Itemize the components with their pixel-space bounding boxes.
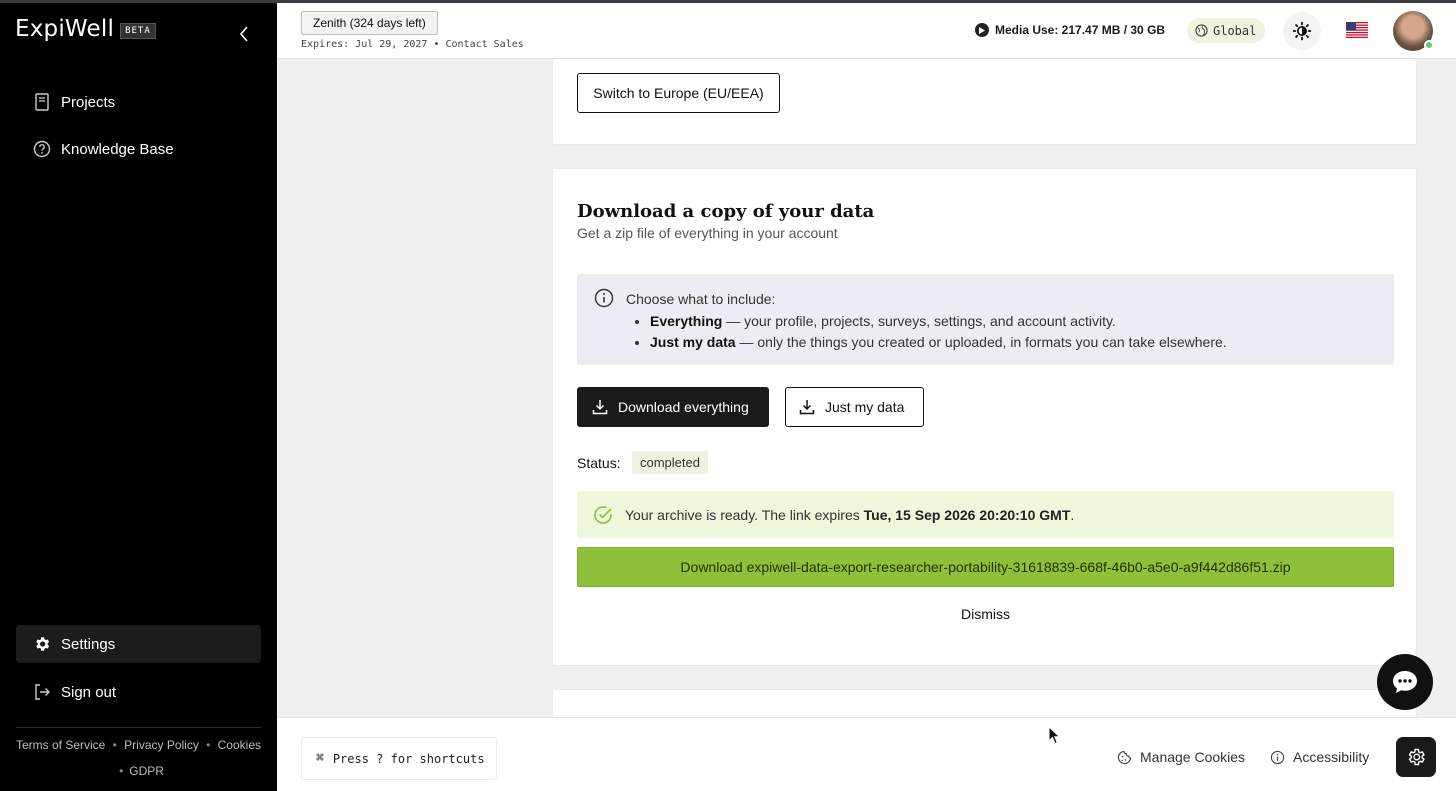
sidebar-item-knowledge-base[interactable]: Knowledge Base xyxy=(16,130,261,168)
ready-message: Your archive is ready. The link expires … xyxy=(625,506,1075,523)
card-title: Download a copy of your data xyxy=(577,201,875,222)
just-my-data-button[interactable]: Just my data xyxy=(785,387,924,427)
top-header: Zenith (324 days left) Expires: Jul 29, … xyxy=(277,3,1456,59)
sidebar-item-label: Settings xyxy=(61,635,116,653)
logo-text: ExpiWell xyxy=(15,16,115,42)
gear-icon xyxy=(33,635,51,653)
sidebar-item-settings[interactable]: Settings xyxy=(16,625,261,663)
separator-dot: • xyxy=(119,764,124,778)
sidebar: ExpiWell BETA Projects Knowledge Base Se… xyxy=(0,0,277,791)
sign-out-button[interactable]: Sign out xyxy=(16,673,261,711)
media-use: Media Use: 217.47 MB / 30 GB xyxy=(975,23,1165,37)
cookies-link[interactable]: Cookies xyxy=(218,738,261,752)
shortcuts-text: Press ? for shortcuts xyxy=(332,751,485,766)
media-use-text: Media Use: 217.47 MB / 30 GB xyxy=(995,23,1166,37)
mouse-cursor-icon xyxy=(1048,725,1061,750)
download-everything-label: Download everything xyxy=(618,399,749,415)
sidebar-item-label: Knowledge Base xyxy=(61,140,174,158)
info-box: Choose what to include: Everything — you… xyxy=(577,274,1394,365)
theme-toggle-button[interactable] xyxy=(1283,12,1321,50)
info-icon xyxy=(1270,750,1285,765)
info-icon xyxy=(594,288,614,311)
plan-button[interactable]: Zenith (324 days left) xyxy=(301,11,438,35)
accessibility-label: Accessibility xyxy=(1293,749,1370,765)
play-icon xyxy=(975,23,989,37)
beta-badge: BETA xyxy=(120,22,156,39)
help-circle-icon xyxy=(33,140,51,158)
download-archive-button[interactable]: Download expiwell-data-export-researcher… xyxy=(577,547,1394,587)
info-list: Everything — your profile, projects, sur… xyxy=(650,311,1227,353)
accessibility-settings-button[interactable] xyxy=(1396,737,1436,777)
card-subtitle: Get a zip file of everything in your acc… xyxy=(577,225,838,241)
sign-out-icon xyxy=(33,683,51,701)
privacy-link[interactable]: Privacy Policy xyxy=(124,738,199,752)
manage-cookies-link[interactable]: Manage Cookies xyxy=(1117,749,1245,765)
status-label: Status: xyxy=(577,455,621,471)
switch-region-button[interactable]: Switch to Europe (EU/EEA) xyxy=(577,73,780,113)
sidebar-footer-links: Terms of Service • Privacy Policy • Cook… xyxy=(16,738,261,778)
window-top-border xyxy=(0,0,1456,3)
separator-dot: • xyxy=(112,738,117,752)
shortcuts-hint[interactable]: ⌘ Press ? for shortcuts xyxy=(301,737,497,780)
us-flag-icon[interactable] xyxy=(1346,22,1368,38)
download-everything-button[interactable]: Download everything xyxy=(577,387,769,427)
status-badge: completed xyxy=(632,451,708,474)
download-icon xyxy=(592,399,608,415)
page-footer: ⌘ Press ? for shortcuts Manage Cookies A… xyxy=(277,717,1456,791)
gdpr-link[interactable]: GDPR xyxy=(129,764,164,778)
separator-dot: • xyxy=(206,738,211,752)
projects-icon xyxy=(33,93,51,111)
dismiss-label[interactable]: Dismiss xyxy=(961,606,1010,622)
sign-out-label: Sign out xyxy=(61,683,117,701)
accessibility-link[interactable]: Accessibility xyxy=(1270,749,1369,765)
collapse-sidebar-icon[interactable] xyxy=(234,24,254,44)
gear-icon xyxy=(1408,748,1425,766)
dismiss-button: Dismiss xyxy=(553,606,1418,622)
chat-bubble-icon xyxy=(1393,671,1417,693)
region-badge[interactable]: Global xyxy=(1187,18,1266,43)
sidebar-item-projects[interactable]: Projects xyxy=(16,83,261,121)
just-my-data-label: Just my data xyxy=(825,399,905,415)
cookie-icon xyxy=(1117,750,1132,765)
plan-expiry: Expires: Jul 29, 2027 • Contact Sales xyxy=(301,39,524,50)
brightness-icon xyxy=(1292,21,1312,41)
check-circle-icon xyxy=(593,505,613,525)
archive-ready-banner: Your archive is ready. The link expires … xyxy=(577,491,1394,538)
chat-button[interactable] xyxy=(1377,654,1433,710)
online-indicator xyxy=(1424,40,1434,50)
globe-icon xyxy=(1195,24,1208,37)
terms-link[interactable]: Terms of Service xyxy=(16,738,105,752)
command-key-icon: ⌘ xyxy=(316,751,324,766)
info-item-everything: Everything — your profile, projects, sur… xyxy=(650,311,1227,332)
user-avatar[interactable] xyxy=(1393,11,1434,51)
sidebar-divider xyxy=(16,727,261,728)
region-card: Switch to Europe (EU/EEA) xyxy=(552,59,1417,145)
download-icon xyxy=(799,399,815,415)
manage-cookies-label: Manage Cookies xyxy=(1140,749,1246,765)
info-lead: Choose what to include: xyxy=(626,291,776,307)
sidebar-item-label: Projects xyxy=(61,93,116,111)
download-data-card: Download a copy of your data Get a zip f… xyxy=(552,168,1417,666)
region-label: Global xyxy=(1213,23,1257,38)
app-logo[interactable]: ExpiWell BETA xyxy=(15,16,156,42)
info-item-just-data: Just my data — only the things you creat… xyxy=(650,332,1227,353)
